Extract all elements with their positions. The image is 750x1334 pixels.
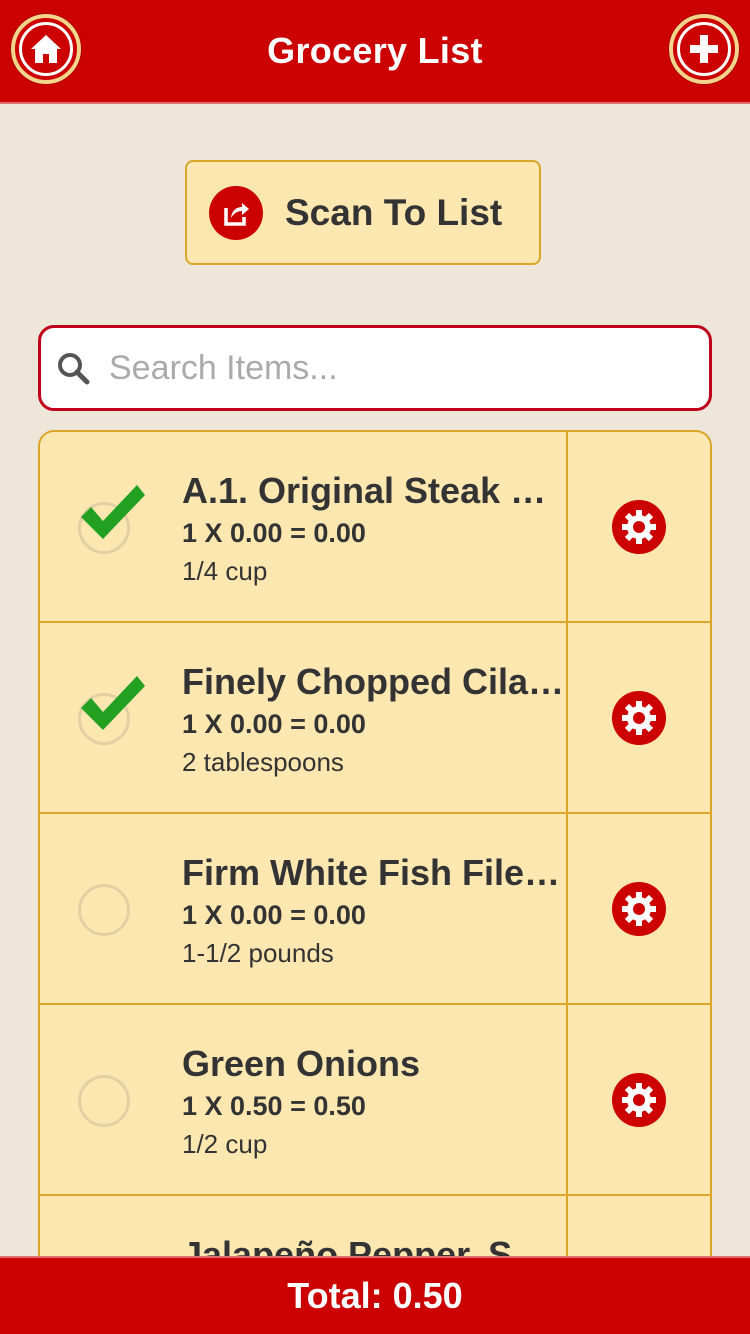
item-checkbox[interactable] — [78, 1075, 130, 1127]
plus-icon — [690, 35, 718, 63]
item-quantity: 1/4 cup — [182, 556, 268, 586]
gear-icon — [622, 1082, 657, 1117]
item-checkbox[interactable] — [78, 676, 145, 745]
page-title: Grocery List — [267, 30, 483, 71]
list-item: Green Onions 1 X 0.50 = 0.50 1/2 cup — [40, 1005, 710, 1196]
grocery-list-screen: Grocery List Scan To List Search Items..… — [0, 0, 750, 1334]
item-main[interactable]: A.1. Original Steak … 1 X 0.00 = 0.00 1/… — [40, 432, 569, 621]
item-settings-button[interactable] — [612, 1072, 667, 1127]
item-price-calc: 1 X 0.00 = 0.00 — [182, 709, 366, 739]
item-quantity: 2 tablespoons — [182, 747, 344, 777]
add-item-button[interactable] — [669, 14, 739, 84]
item-checkbox[interactable] — [78, 485, 145, 554]
list-item: Jalapeño Pepper, S… — [40, 1196, 710, 1260]
item-quantity: 1/2 cup — [182, 1129, 268, 1159]
list-item: Finely Chopped Cila… 1 X 0.00 = 0.00 2 t… — [40, 623, 710, 814]
item-price-calc: 1 X 0.00 = 0.00 — [182, 900, 366, 930]
list-item: A.1. Original Steak … 1 X 0.00 = 0.00 1/… — [40, 432, 710, 623]
share-icon — [209, 185, 263, 240]
item-settings-button[interactable] — [612, 881, 667, 936]
item-settings-button[interactable] — [612, 690, 667, 745]
list-item: Firm White Fish File… 1 X 0.00 = 0.00 1-… — [40, 814, 710, 1005]
search-input[interactable] — [109, 348, 669, 388]
gear-icon — [622, 700, 657, 735]
checkmark-icon — [81, 485, 145, 539]
scan-label: Scan To List — [285, 191, 503, 233]
item-main[interactable]: Jalapeño Pepper, S… — [40, 1196, 569, 1260]
item-name: A.1. Original Steak … — [182, 470, 547, 511]
item-checkbox[interactable] — [78, 884, 130, 936]
scan-to-list-button[interactable]: Scan To List — [185, 160, 541, 265]
item-price-calc: 1 X 0.50 = 0.50 — [182, 1091, 366, 1121]
gear-icon — [622, 509, 657, 544]
item-main[interactable]: Green Onions 1 X 0.50 = 0.50 1/2 cup — [40, 1005, 569, 1194]
item-name: Green Onions — [182, 1043, 421, 1084]
checkmark-icon — [81, 676, 145, 730]
item-name: Firm White Fish File… — [182, 852, 561, 893]
search-bar — [38, 325, 712, 411]
item-settings-button[interactable] — [612, 499, 667, 554]
header-bar: Grocery List — [0, 0, 750, 104]
grocery-items-list: A.1. Original Steak … 1 X 0.00 = 0.00 1/… — [38, 430, 712, 1260]
item-quantity: 1-1/2 pounds — [182, 938, 334, 968]
total-bar: Total: 0.50 — [0, 1256, 750, 1334]
item-main[interactable]: Finely Chopped Cila… 1 X 0.00 = 0.00 2 t… — [40, 623, 569, 812]
item-name: Finely Chopped Cila… — [182, 661, 565, 702]
item-main[interactable]: Firm White Fish File… 1 X 0.00 = 0.00 1-… — [40, 814, 569, 1003]
search-icon — [58, 353, 90, 385]
gear-icon — [622, 891, 657, 926]
item-price-calc: 1 X 0.00 = 0.00 — [182, 518, 366, 548]
